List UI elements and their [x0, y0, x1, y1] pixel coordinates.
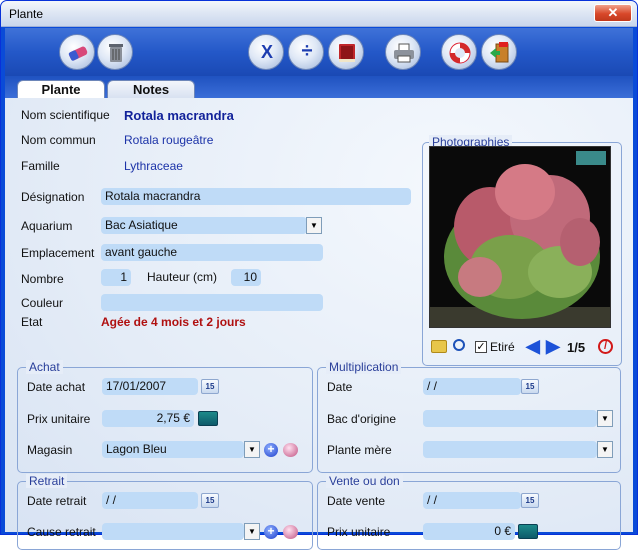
close-button[interactable]: ✕ — [594, 4, 632, 22]
trash-button[interactable] — [97, 34, 133, 70]
nombre-field[interactable]: 1 — [101, 269, 131, 286]
couleur-label: Couleur — [21, 296, 64, 310]
prix-vente-calculator-button[interactable] — [518, 524, 538, 539]
famille-label: Famille — [21, 159, 60, 173]
nombre-label: Nombre — [21, 272, 64, 286]
aquarium-select[interactable]: Bac Asiatique — [101, 217, 307, 234]
bac-origine-label: Bac d'origine — [327, 412, 396, 426]
date-vente-field[interactable]: / / — [423, 492, 521, 509]
multiply-button[interactable]: X — [248, 34, 284, 70]
window-client: X ÷ Plante Notes Nom scientifique Rotala… — [5, 28, 633, 550]
bac-origine-dropdown-button[interactable]: ▼ — [597, 410, 613, 427]
prix-achat-field[interactable]: 2,75 € — [102, 410, 194, 427]
bac-origine-select[interactable] — [423, 410, 597, 427]
date-achat-label: Date achat — [27, 380, 86, 394]
date-vente-label: Date vente — [327, 494, 386, 508]
eraser-button[interactable] — [59, 34, 95, 70]
print-button[interactable] — [385, 34, 421, 70]
plante-mere-label: Plante mère — [327, 443, 392, 457]
hauteur-field[interactable]: 10 — [231, 269, 261, 286]
help-button[interactable] — [441, 34, 477, 70]
zoom-icon[interactable] — [453, 339, 465, 351]
nom-commun-label: Nom commun — [21, 133, 96, 147]
date-retrait-label: Date retrait — [27, 494, 87, 508]
date-multiplication-calendar-button[interactable]: 15 — [521, 379, 539, 394]
hauteur-label: Hauteur (cm) — [147, 270, 218, 284]
designation-field[interactable]: Rotala macrandra — [101, 188, 411, 205]
previous-photo-arrow-icon[interactable]: ◀ — [526, 336, 540, 357]
etire-checkbox[interactable]: ✓ — [475, 341, 487, 353]
folder-icon[interactable] — [431, 340, 447, 353]
nom-scientifique-value: Rotala macrandra — [124, 108, 234, 123]
magasin-select[interactable]: Lagon Bleu — [102, 441, 244, 458]
emplacement-field[interactable]: avant gauche — [101, 244, 323, 261]
book-icon — [339, 44, 355, 62]
vente-group-title: Vente ou don — [326, 474, 403, 488]
toolbar: X ÷ — [5, 28, 633, 76]
plante-panel: Nom scientifique Rotala macrandra Nom co… — [5, 98, 633, 550]
next-photo-arrow-icon[interactable]: ▶ — [546, 336, 560, 357]
couleur-field[interactable] — [101, 294, 323, 311]
aquarium-label: Aquarium — [21, 219, 73, 233]
add-magasin-button[interactable]: + — [264, 443, 278, 457]
aquarium-dropdown-button[interactable]: ▼ — [306, 217, 322, 234]
achat-group-title: Achat — [26, 360, 63, 374]
prix-achat-calculator-button[interactable] — [198, 411, 218, 426]
trash-icon — [109, 44, 123, 62]
etire-label: Etiré — [490, 340, 515, 354]
cause-retrait-label: Cause retrait — [27, 525, 96, 539]
title-bar: Plante ✕ — [1, 1, 637, 27]
etat-label: Etat — [21, 315, 43, 329]
plante-mere-dropdown-button[interactable]: ▼ — [597, 441, 613, 458]
prix-achat-label: Prix unitaire — [27, 412, 91, 426]
nom-scientifique-label: Nom scientifique — [21, 108, 110, 122]
etat-value: Agée de 4 mois et 2 jours — [101, 315, 246, 329]
plante-mere-select[interactable] — [423, 441, 597, 458]
divide-button[interactable]: ÷ — [288, 34, 324, 70]
window-title: Plante — [9, 7, 44, 21]
date-achat-calendar-button[interactable]: 15 — [201, 379, 219, 394]
book-button[interactable] — [328, 34, 364, 70]
lifebuoy-icon — [449, 42, 471, 64]
cause-retrait-select[interactable] — [102, 523, 244, 540]
plante-window: Plante ✕ X ÷ Plante Notes Nom scientifiq… — [0, 0, 638, 550]
retrait-group-title: Retrait — [26, 474, 68, 488]
eraser-icon — [68, 46, 88, 61]
plant-photo — [429, 146, 611, 328]
emplacement-label: Emplacement — [21, 246, 95, 260]
exit-button[interactable] — [481, 34, 517, 70]
multiply-icon: X — [260, 42, 273, 62]
famille-value: Lythraceae — [124, 159, 183, 173]
prix-vente-field[interactable]: 0 € — [423, 523, 515, 540]
date-multiplication-label: Date — [327, 380, 353, 394]
nom-commun-value: Rotala rougeâtre — [124, 133, 214, 147]
delete-photo-icon[interactable]: / — [598, 339, 613, 354]
magasin-label: Magasin — [27, 443, 73, 457]
exit-door-icon — [490, 42, 509, 63]
designation-label: Désignation — [21, 190, 85, 204]
clear-cause-button[interactable] — [283, 525, 298, 539]
date-retrait-calendar-button[interactable]: 15 — [201, 493, 219, 508]
multiplication-group-title: Multiplication — [326, 360, 402, 374]
date-multiplication-field[interactable]: / / — [423, 378, 521, 395]
magasin-dropdown-button[interactable]: ▼ — [244, 441, 260, 458]
printer-icon — [394, 43, 414, 63]
prix-vente-label: Prix unitaire — [327, 525, 391, 539]
date-achat-field[interactable]: 17/01/2007 — [102, 378, 198, 395]
cause-retrait-dropdown-button[interactable]: ▼ — [244, 523, 260, 540]
clear-magasin-button[interactable] — [283, 443, 298, 457]
add-cause-button[interactable]: + — [264, 525, 278, 539]
divide-icon: ÷ — [301, 40, 313, 62]
date-retrait-field[interactable]: / / — [102, 492, 198, 509]
tab-notes[interactable]: Notes — [107, 80, 195, 100]
date-vente-calendar-button[interactable]: 15 — [521, 493, 539, 508]
photo-counter: 1/5 — [567, 340, 586, 355]
tab-bar: Plante Notes — [5, 76, 633, 101]
